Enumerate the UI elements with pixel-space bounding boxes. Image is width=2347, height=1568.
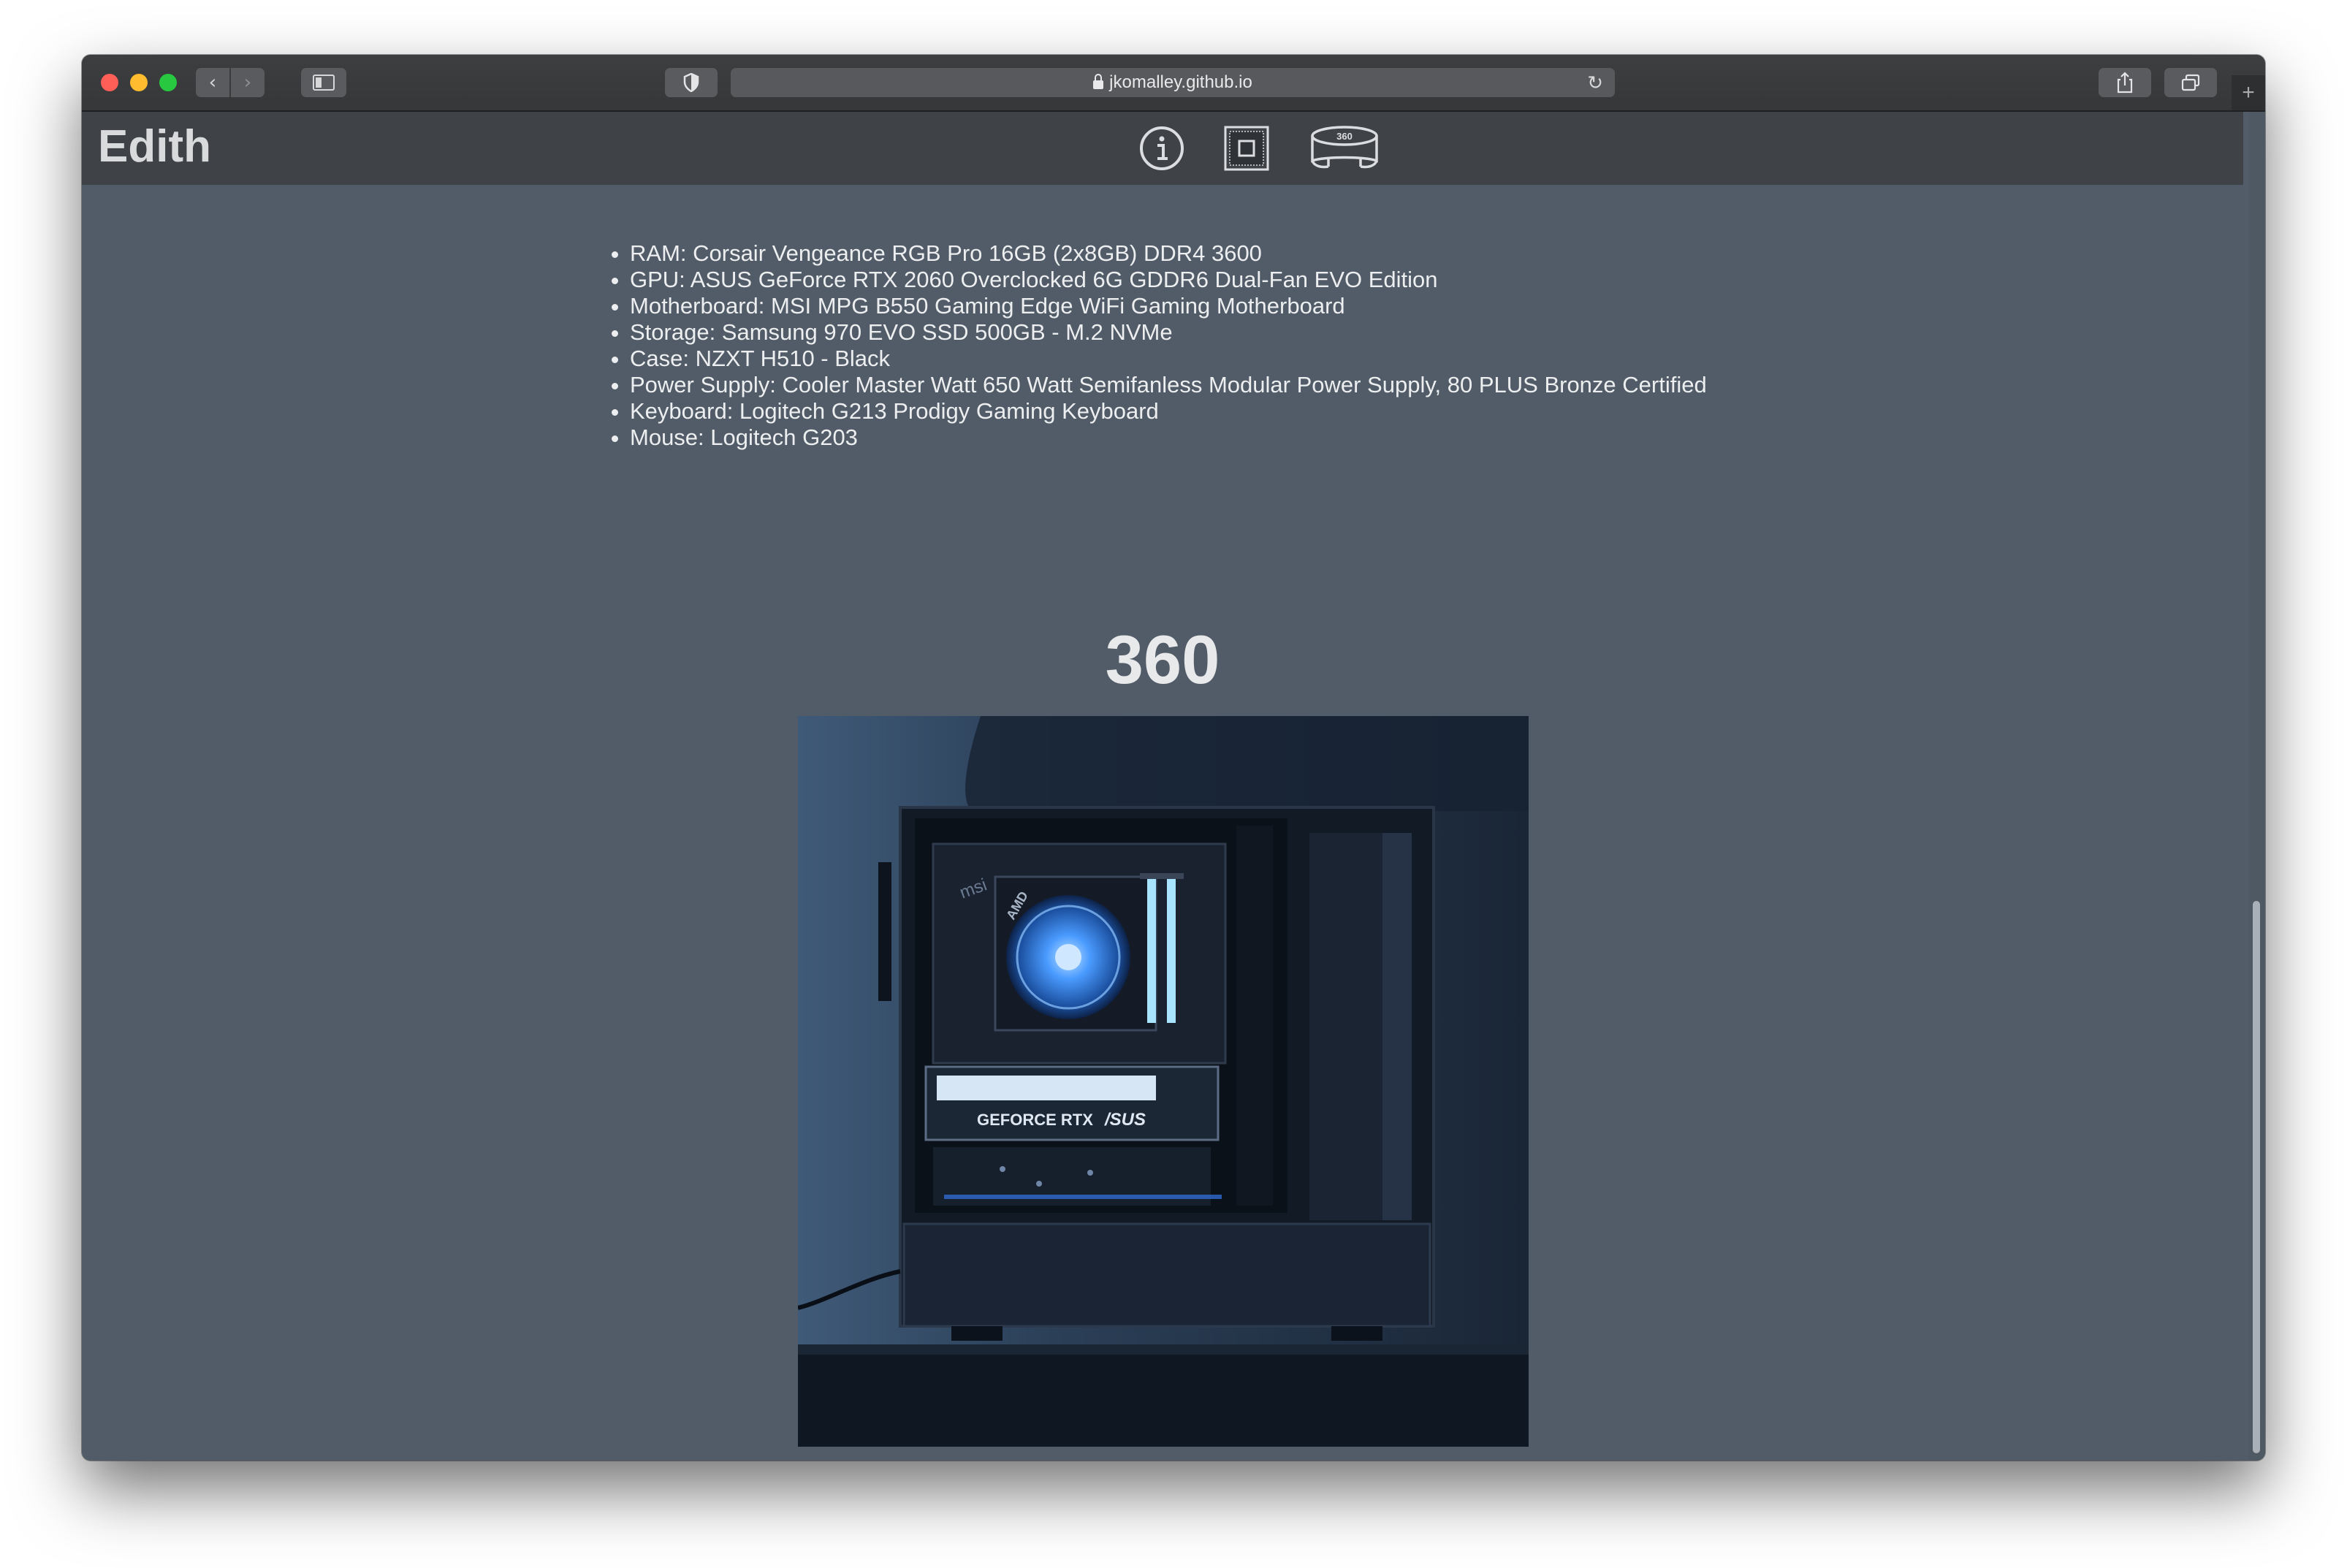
- privacy-report-button[interactable]: [665, 68, 718, 97]
- share-button[interactable]: [2099, 68, 2151, 97]
- new-tab-icon: +: [2242, 80, 2255, 104]
- lock-icon: [1093, 74, 1104, 89]
- cpu-icon: [1224, 126, 1269, 171]
- pc-photo-360-viewer[interactable]: msi AMD GEFORCE RTX /SUS: [798, 716, 1529, 1447]
- site-brand[interactable]: Edith: [98, 121, 211, 172]
- forward-icon: ›: [243, 72, 252, 94]
- reload-icon[interactable]: ↻: [1587, 72, 1603, 94]
- tabs-icon: [2181, 74, 2200, 91]
- gpu-brand-text: /SUS: [1104, 1110, 1146, 1130]
- sidebar-icon: [313, 75, 335, 91]
- info-icon: [1140, 126, 1184, 170]
- spec-item-keyboard: Keyboard: Logitech G213 Prodigy Gaming K…: [630, 398, 1770, 425]
- spec-item-motherboard: Motherboard: MSI MPG B550 Gaming Edge Wi…: [630, 293, 1770, 319]
- new-tab-button[interactable]: +: [2232, 75, 2265, 110]
- back-button[interactable]: ‹: [196, 68, 229, 97]
- spec-item-case: Case: NZXT H510 - Black: [630, 346, 1770, 372]
- nav-info-link[interactable]: [1137, 123, 1187, 173]
- spec-item-gpu: GPU: ASUS GeForce RTX 2060 Overclocked 6…: [630, 267, 1770, 293]
- pc-case-image: msi AMD GEFORCE RTX /SUS: [798, 716, 1529, 1447]
- browser-window: ‹ › jkomalley.github.io ↻ + Edith 360 • …: [82, 55, 2265, 1461]
- minimize-window-button[interactable]: [130, 74, 148, 91]
- url-text: jkomalley.github.io: [1109, 72, 1252, 92]
- back-icon: ‹: [208, 72, 217, 94]
- site-header: Edith 360: [82, 112, 2243, 185]
- view-360-icon: 360: [1311, 126, 1378, 169]
- section-title-360: 360: [1105, 621, 1220, 698]
- share-icon: [2117, 72, 2133, 94]
- zoom-window-button[interactable]: [159, 74, 177, 91]
- close-window-button[interactable]: [101, 74, 118, 91]
- shield-icon: [683, 73, 699, 92]
- sidebar-toggle-button[interactable]: [301, 68, 346, 97]
- address-bar[interactable]: jkomalley.github.io ↻: [731, 68, 1615, 97]
- scrollbar-thumb[interactable]: [2253, 901, 2260, 1453]
- view-360-label: 360: [1336, 131, 1353, 142]
- spec-item-storage: Storage: Samsung 970 EVO SSD 500GB - M.2…: [630, 319, 1770, 346]
- spec-item-ram: RAM: Corsair Vengeance RGB Pro 16GB (2x8…: [630, 240, 1770, 267]
- forward-button[interactable]: ›: [231, 68, 265, 97]
- show-tabs-button[interactable]: [2164, 68, 2217, 97]
- nav-specs-link[interactable]: [1222, 123, 1271, 173]
- nav-360-link[interactable]: 360: [1309, 123, 1380, 173]
- spec-item-power-supply: Power Supply: Cooler Master Watt 650 Wat…: [630, 372, 1770, 398]
- browser-titlebar: ‹ › jkomalley.github.io ↻ +: [82, 55, 2265, 112]
- page-content: RAM: Corsair Vengeance RGB Pro 16GB (2x8…: [82, 185, 2243, 1461]
- spec-item-mouse: Mouse: Logitech G203: [630, 425, 1770, 451]
- gpu-label-text: GEFORCE RTX: [977, 1111, 1093, 1129]
- specs-list: RAM: Corsair Vengeance RGB Pro 16GB (2x8…: [598, 240, 1770, 451]
